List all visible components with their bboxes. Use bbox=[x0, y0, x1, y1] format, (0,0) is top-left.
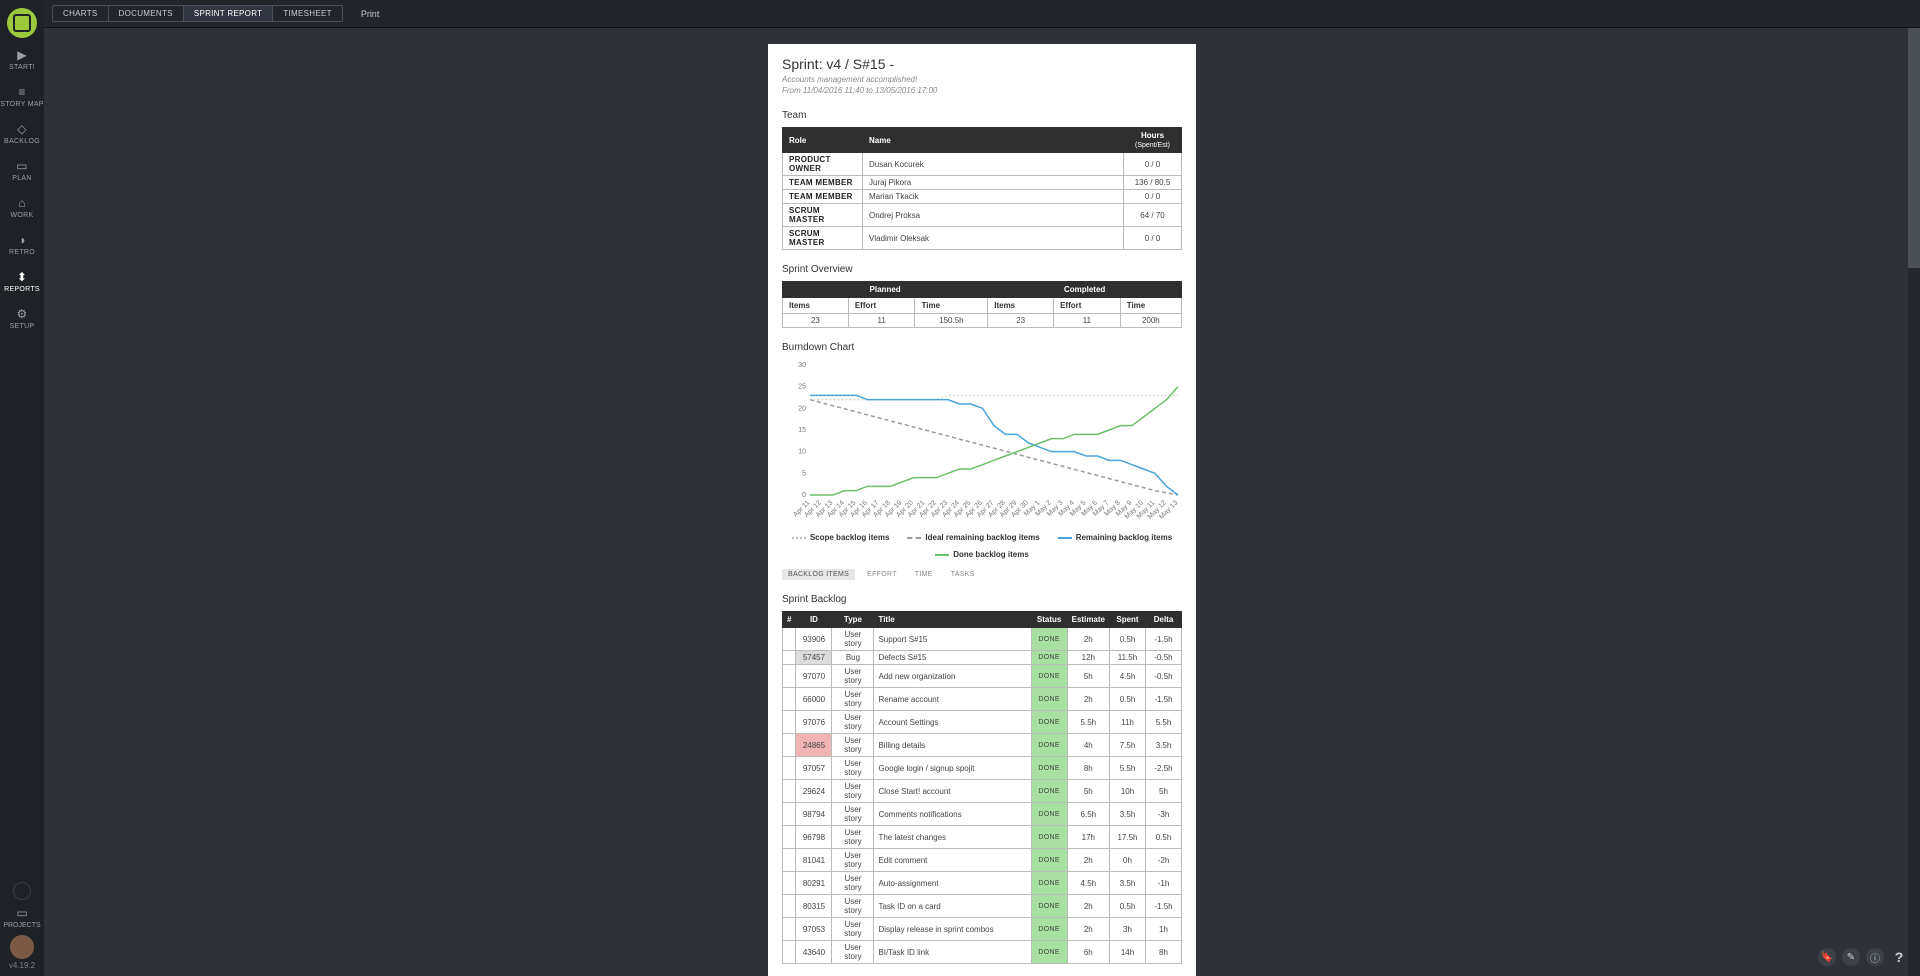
team-row: SCRUM MASTEROndrej Proksa64 / 70 bbox=[783, 204, 1182, 227]
nav-story-map[interactable]: ≡STORY MAP bbox=[0, 79, 44, 116]
nav-reports[interactable]: ⬍REPORTS bbox=[0, 264, 44, 301]
chart-subtabs: BACKLOG ITEMS EFFORT TIME TASKS bbox=[782, 569, 1182, 580]
team-row: TEAM MEMBERMarian Tkacik0 / 0 bbox=[783, 190, 1182, 204]
nav-plan[interactable]: ▭PLAN bbox=[0, 153, 44, 190]
backlog-row: 24865User storyBilling detailsDONE4h7.5h… bbox=[783, 734, 1182, 757]
backlog-row: 80291User storyAuto-assignmentDONE4.5h3.… bbox=[783, 872, 1182, 895]
help-icon[interactable]: ? bbox=[1890, 948, 1908, 966]
backlog-table: #IDTypeTitleStatusEstimateSpentDelta 939… bbox=[782, 611, 1182, 964]
backlog-row: 98794User storyComments notificationsDON… bbox=[783, 803, 1182, 826]
projects-icon[interactable]: ▭ bbox=[0, 906, 44, 920]
backlog-row: 80315User storyTask ID on a cardDONE2h0.… bbox=[783, 895, 1182, 918]
nav-work[interactable]: ⌂WORK bbox=[0, 190, 44, 227]
team-col-hours: Hours (Spent/Est) bbox=[1124, 128, 1182, 153]
overview-heading: Sprint Overview bbox=[782, 264, 1182, 275]
svg-text:30: 30 bbox=[798, 362, 806, 369]
floating-actions: 🔖 ✎ ⓘ ? bbox=[1818, 948, 1908, 966]
team-heading: Team bbox=[782, 110, 1182, 121]
tag-icon[interactable]: 🔖 bbox=[1818, 948, 1836, 966]
svg-text:20: 20 bbox=[798, 405, 806, 412]
tab-timesheet[interactable]: TIMESHEET bbox=[272, 5, 342, 22]
backlog-row: 97053User storyDisplay release in sprint… bbox=[783, 918, 1182, 941]
backlog-row: 66000User storyRename accountDONE2h0.5h-… bbox=[783, 688, 1182, 711]
team-table: Role Name Hours (Spent/Est) PRODUCT OWNE… bbox=[782, 127, 1182, 250]
subtab-backlog-items[interactable]: BACKLOG ITEMS bbox=[782, 569, 855, 580]
app-logo[interactable] bbox=[7, 8, 37, 38]
svg-text:0: 0 bbox=[802, 492, 806, 499]
nav-setup[interactable]: ⚙SETUP bbox=[0, 301, 44, 338]
backlog-row: 57457BugDefects S#15DONE12h11.5h-0.5h bbox=[783, 651, 1182, 665]
backlog-row: 96798User storyThe latest changesDONE17h… bbox=[783, 826, 1182, 849]
team-row: TEAM MEMBERJuraj Pikora136 / 80.5 bbox=[783, 176, 1182, 190]
backlog-row: 93906User storySupport S#15DONE2h0.5h-1.… bbox=[783, 628, 1182, 651]
overview-completed: Completed bbox=[988, 282, 1182, 298]
topbar: CHARTSDOCUMENTSSPRINT REPORTTIMESHEET Pr… bbox=[44, 0, 1920, 28]
subtab-tasks[interactable]: TASKS bbox=[945, 569, 981, 580]
backlog-row: 81041User storyEdit commentDONE2h0h-2h bbox=[783, 849, 1182, 872]
scrollbar-thumb[interactable] bbox=[1908, 28, 1920, 268]
svg-text:25: 25 bbox=[798, 384, 806, 391]
workspace: Sprint: v4 / S#15 - Accounts management … bbox=[44, 28, 1920, 976]
subtab-effort[interactable]: EFFORT bbox=[861, 569, 903, 580]
print-button[interactable]: Print bbox=[361, 9, 380, 19]
team-row: SCRUM MASTERVladimir Oleksak0 / 0 bbox=[783, 227, 1182, 250]
report-title: Sprint: v4 / S#15 - bbox=[782, 56, 1182, 72]
tab-documents[interactable]: DOCUMENTS bbox=[108, 5, 183, 22]
backlog-row: 97057User storyGoogle login / signup spo… bbox=[783, 757, 1182, 780]
subtab-time[interactable]: TIME bbox=[909, 569, 939, 580]
svg-text:5: 5 bbox=[802, 470, 806, 477]
team-col-role: Role bbox=[783, 128, 863, 153]
tab-charts[interactable]: CHARTS bbox=[52, 5, 108, 22]
burndown-chart: 051015202530Apr 11Apr 12Apr 13Apr 14Apr … bbox=[782, 359, 1182, 529]
nav-backlog[interactable]: ◇BACKLOG bbox=[0, 116, 44, 153]
svg-text:15: 15 bbox=[798, 427, 806, 434]
backlog-row: 97076User storyAccount SettingsDONE5.5h1… bbox=[783, 711, 1182, 734]
svg-text:10: 10 bbox=[798, 449, 806, 456]
nav-start![interactable]: ▶START! bbox=[0, 42, 44, 79]
report-subtitle-2: From 11/04/2016 11:40 to 13/05/2016 17:0… bbox=[782, 85, 1182, 96]
sidebar: ▶START!≡STORY MAP◇BACKLOG▭PLAN⌂WORK◑RETR… bbox=[0, 0, 44, 976]
overview-table: Planned Completed ItemsEffortTimeItemsEf… bbox=[782, 281, 1182, 328]
team-row: PRODUCT OWNERDusan Kocurek0 / 0 bbox=[783, 153, 1182, 176]
backlog-row: 29624User storyClose Start! accountDONE5… bbox=[783, 780, 1182, 803]
backlog-heading: Sprint Backlog bbox=[782, 594, 1182, 605]
projects-label[interactable]: PROJECTS bbox=[0, 922, 44, 929]
chart-legend: Scope backlog items Ideal remaining back… bbox=[782, 533, 1182, 559]
version-label: v4.19.2 bbox=[0, 961, 44, 970]
edit-icon[interactable]: ✎ bbox=[1842, 948, 1860, 966]
info-icon[interactable]: ⓘ bbox=[1866, 948, 1884, 966]
user-avatar[interactable] bbox=[10, 935, 34, 959]
team-col-name: Name bbox=[863, 128, 1124, 153]
tab-sprint-report[interactable]: SPRINT REPORT bbox=[183, 5, 273, 22]
collapse-toggle[interactable] bbox=[13, 882, 31, 900]
nav-retro[interactable]: ◑RETRO bbox=[0, 227, 44, 264]
backlog-row: 97070User storyAdd new organizationDONE5… bbox=[783, 665, 1182, 688]
overview-planned: Planned bbox=[783, 282, 988, 298]
report-page: Sprint: v4 / S#15 - Accounts management … bbox=[768, 44, 1196, 976]
report-subtitle-1: Accounts management accomplished! bbox=[782, 74, 1182, 85]
backlog-row: 43640User storyBI/Task ID linkDONE6h14h8… bbox=[783, 941, 1182, 964]
burndown-heading: Burndown Chart bbox=[782, 342, 1182, 353]
